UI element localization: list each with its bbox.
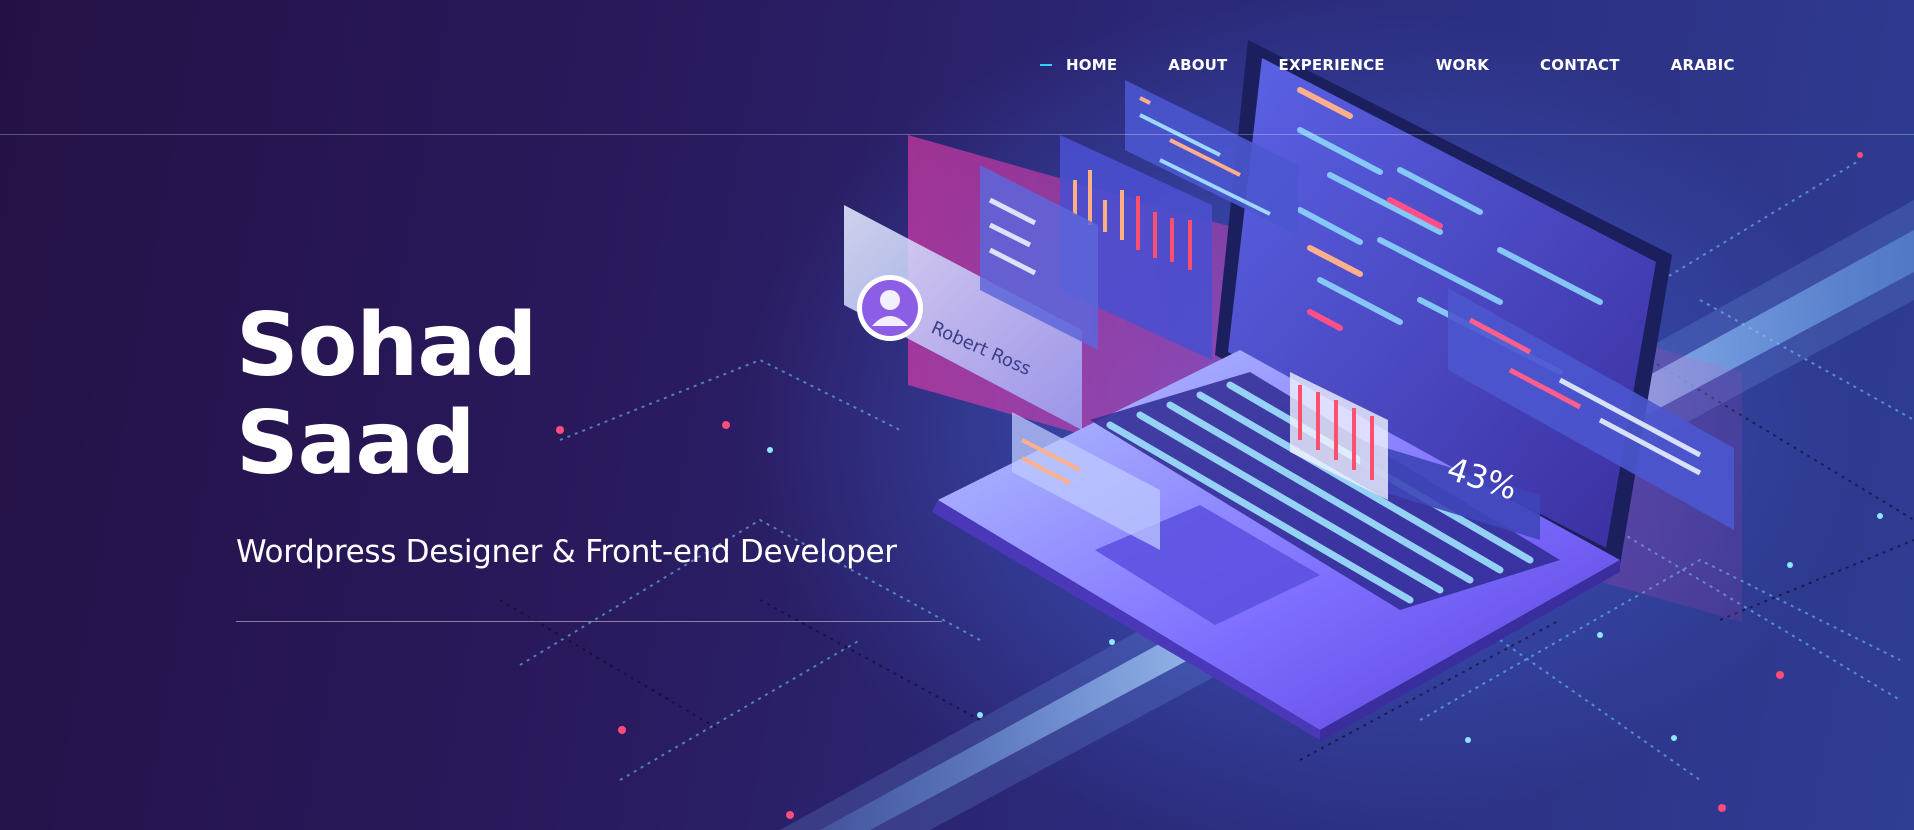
nav-about-label: ABOUT <box>1168 56 1228 74</box>
nav-experience[interactable]: EXPERIENCE <box>1279 56 1385 74</box>
hero-divider <box>236 621 942 622</box>
nav-arabic[interactable]: ARABIC <box>1671 56 1735 74</box>
nav-contact[interactable]: CONTACT <box>1540 56 1620 74</box>
nav-experience-label: EXPERIENCE <box>1278 56 1385 74</box>
nav-arabic-label: ARABIC <box>1670 56 1735 74</box>
navbar: HOME ABOUT EXPERIENCE WORK CONTACT ARABI… <box>0 0 1914 135</box>
hero-name: Sohad Saad <box>236 296 897 492</box>
nav-home-label: HOME <box>1066 56 1118 74</box>
nav-about[interactable]: ABOUT <box>1168 56 1227 74</box>
nav-contact-label: CONTACT <box>1540 56 1620 74</box>
nav-work[interactable]: WORK <box>1436 56 1489 74</box>
hero-tagline: Wordpress Designer & Front-end Developer <box>236 534 897 570</box>
nav-work-label: WORK <box>1435 56 1490 74</box>
nav-links: HOME ABOUT EXPERIENCE WORK CONTACT ARABI… <box>1040 56 1735 74</box>
active-indicator-dash <box>1040 64 1052 66</box>
hero-name-first: Sohad <box>236 294 537 396</box>
nav-home[interactable]: HOME <box>1040 56 1117 74</box>
hero-name-last: Saad <box>236 392 475 494</box>
hero-section: Robert Ross 43% HOME ABOUT EXPERIENCE WO… <box>0 0 1914 830</box>
hero-intro: Sohad Saad Wordpress Designer & Front-en… <box>236 296 897 570</box>
